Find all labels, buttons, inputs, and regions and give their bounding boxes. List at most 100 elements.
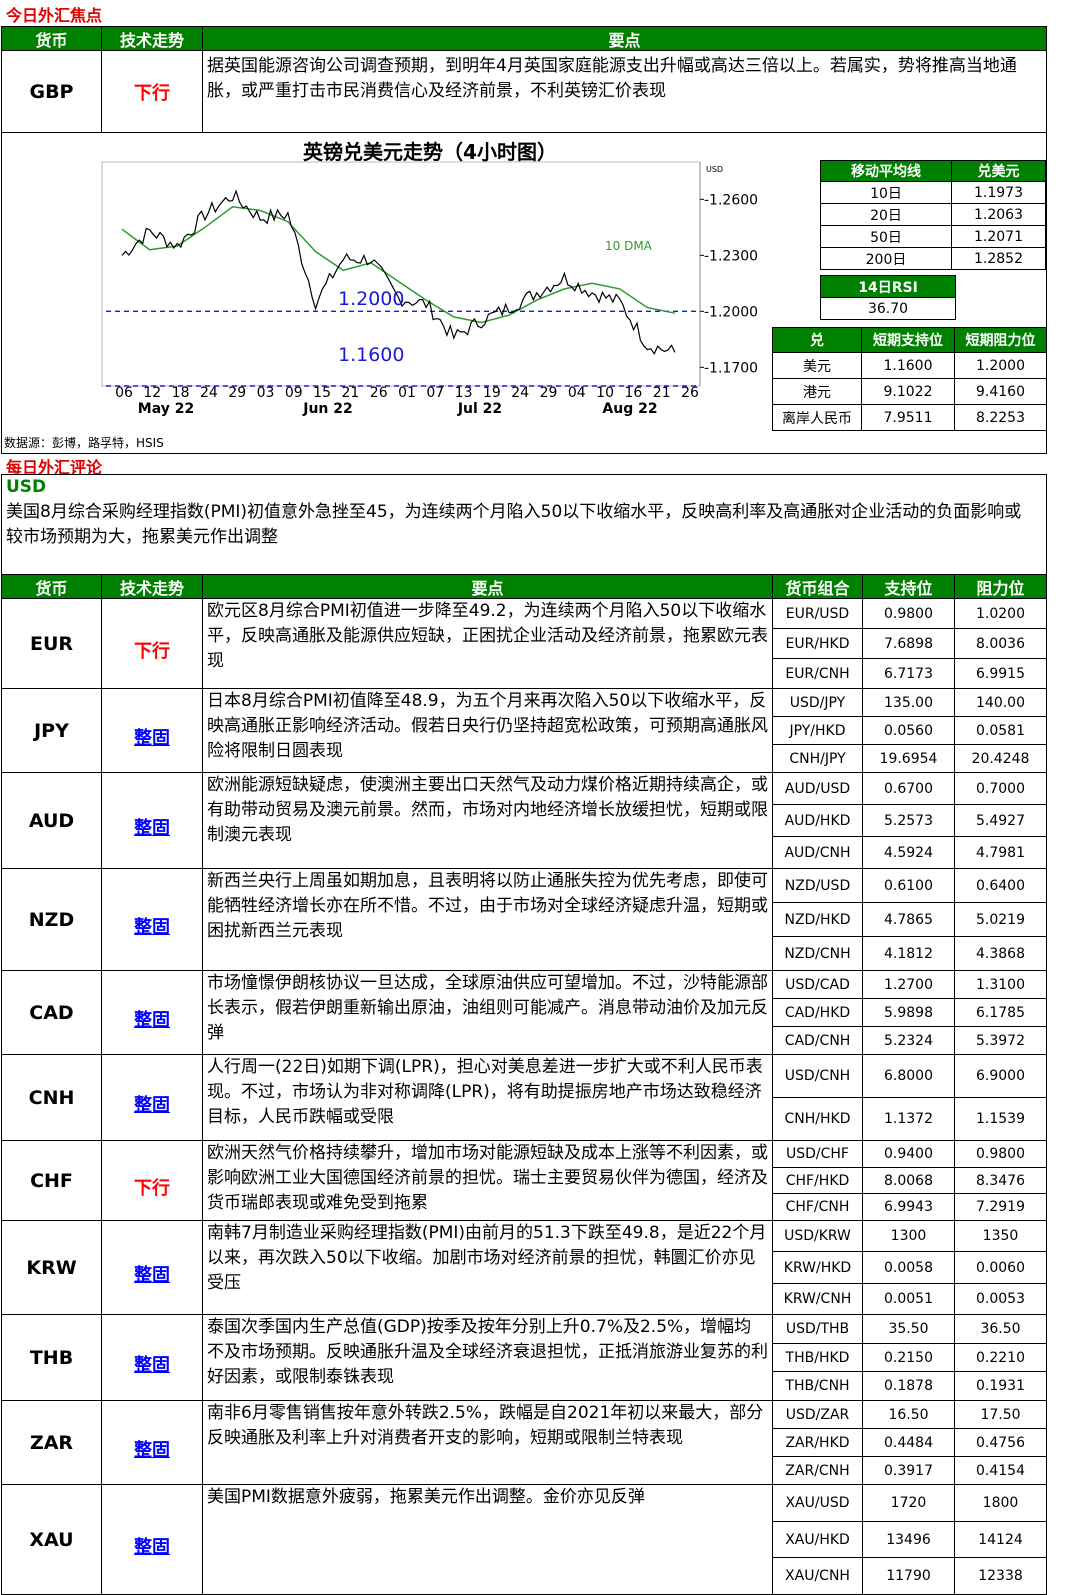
x-tick-label: 13	[455, 385, 473, 401]
point-text: 美国PMI数据意外疲弱，拖累美元作出调整。金价亦见反弹	[202, 1484, 773, 1595]
month-label: Jul 22	[457, 401, 502, 417]
x-tick-label: 07	[426, 385, 444, 401]
pair-resistance: 20.4248	[954, 744, 1047, 773]
currency-code: CHF	[1, 1140, 102, 1221]
pair-name: CAD/CNH	[772, 1026, 863, 1055]
currency-code: CAD	[1, 970, 102, 1055]
pair-name: CNH/HKD	[772, 1097, 863, 1141]
pair-name: CNH/JPY	[772, 744, 863, 773]
pair-support: 6.8000	[862, 1054, 955, 1098]
pair-resistance: 0.0060	[954, 1251, 1047, 1284]
x-tick-label: 24	[511, 385, 529, 401]
gbp-trend: 下行	[101, 50, 203, 133]
pair-support: 0.9800	[862, 598, 955, 629]
pair-name: EUR/CNH	[772, 658, 863, 689]
pair-name: CHF/CNH	[772, 1193, 863, 1221]
point-text: 南非6月零售销售按年意外转跌2.5%，跌幅是自2021年初以来最大，部分反映通胀…	[202, 1400, 773, 1485]
x-tick-label: 29	[540, 385, 558, 401]
pair-support: 19.6954	[862, 744, 955, 773]
header-trend-2: 技术走势	[101, 574, 203, 599]
x-tick-label: 15	[313, 385, 331, 401]
currency-code: THB	[1, 1314, 102, 1401]
usd-text: 美国8月综合采购经理指数(PMI)初值意外急挫至45，为连续两个月陷入50以下收…	[6, 502, 1022, 547]
trend-label: 整固	[101, 1054, 203, 1141]
pair-resistance: 5.0219	[954, 902, 1047, 937]
pair-resistance: 1350	[954, 1220, 1047, 1252]
data-source: 数据源：彭博，路孚特，HSIS	[4, 436, 164, 450]
pair-support: 6.7173	[862, 658, 955, 689]
currency-code: JPY	[1, 688, 102, 773]
pair-resistance: 5.3972	[954, 1026, 1047, 1055]
pair-resistance: 0.4756	[954, 1428, 1047, 1457]
point-text: 欧洲能源短缺疑虑，使澳洲主要出口天然气及动力煤价格近期持续高企，或有助带动贸易及…	[202, 772, 773, 869]
trend-label: 整固	[101, 1484, 203, 1595]
pair-support: 1.2700	[862, 970, 955, 999]
pair-support: 5.2573	[862, 804, 955, 837]
x-tick-label: 01	[398, 385, 416, 401]
point-text: 泰国次季国内生产总值(GDP)按季及按年分别上升0.7%及2.5%，增幅均不及市…	[202, 1314, 773, 1401]
pair-support: 0.2150	[862, 1343, 955, 1372]
header-currency-2: 货币	[1, 574, 102, 599]
pair-support: 5.9898	[862, 998, 955, 1027]
pair-support: 0.1878	[862, 1371, 955, 1401]
trend-label: 整固	[101, 1220, 203, 1315]
pair-support: 0.3917	[862, 1456, 955, 1485]
focus-title: 今日外汇焦点	[6, 6, 103, 25]
x-tick-label: 24	[200, 385, 218, 401]
pair-name: USD/JPY	[772, 688, 863, 717]
header-pair: 货币组合	[772, 574, 863, 599]
pair-name: EUR/USD	[772, 598, 863, 629]
pair-name: ZAR/CNH	[772, 1456, 863, 1485]
pair-resistance: 7.2919	[954, 1193, 1047, 1221]
pair-resistance: 6.9915	[954, 658, 1047, 689]
trend-label: 整固	[101, 868, 203, 971]
line-label-1200: 1.2000	[338, 288, 404, 310]
pair-support: 1720	[862, 1484, 955, 1522]
pair-name: THB/CNH	[772, 1371, 863, 1401]
pair-resistance: 6.9000	[954, 1054, 1047, 1098]
point-text: 市场憧憬伊朗核协议一旦达成，全球原油供应可望增加。不过，沙特能源部长表示，假若伊…	[202, 970, 773, 1055]
trend-label: 整固	[101, 1314, 203, 1401]
pair-name: NZD/USD	[772, 868, 863, 903]
pair-resistance: 12338	[954, 1557, 1047, 1595]
point-text: 南韩7月制造业采购经理指数(PMI)由前月的51.3下跌至49.8，是近22个月…	[202, 1220, 773, 1315]
header-points: 要点	[202, 26, 1047, 51]
point-text: 新西兰央行上周虽如期加息，且表明将以防止通胀失控为优先考虑，即使可能牺牲经济增长…	[202, 868, 773, 971]
pair-name: JPY/HKD	[772, 716, 863, 745]
trend-label: 整固	[101, 688, 203, 773]
pair-resistance: 36.50	[954, 1314, 1047, 1344]
currency-code: EUR	[1, 598, 102, 689]
trend-label: 整固	[101, 772, 203, 869]
trend-label: 下行	[101, 1140, 203, 1221]
pair-resistance: 0.0053	[954, 1283, 1047, 1315]
pair-support: 35.50	[862, 1314, 955, 1344]
currency-code: NZD	[1, 868, 102, 971]
sr-label: 港元	[772, 378, 862, 405]
pair-resistance: 0.7000	[954, 772, 1047, 805]
ma-header-1: 移动平均线	[820, 160, 952, 182]
x-tick-label: 10	[596, 385, 614, 401]
x-tick-label: 18	[172, 385, 190, 401]
pair-resistance: 5.4927	[954, 804, 1047, 837]
pair-name: KRW/CNH	[772, 1283, 863, 1315]
y-tick-label: -1.1700	[704, 360, 758, 376]
sr-resistance: 9.4160	[954, 378, 1047, 405]
pair-name: ZAR/HKD	[772, 1428, 863, 1457]
currency-code: KRW	[1, 1220, 102, 1315]
x-tick-label: 26	[370, 385, 388, 401]
line-label-1160: 1.1600	[338, 344, 404, 366]
x-tick-label: 19	[483, 385, 501, 401]
pair-support: 4.5924	[862, 836, 955, 869]
x-tick-label: 12	[143, 385, 161, 401]
pair-resistance: 8.3476	[954, 1167, 1047, 1194]
pair-resistance: 0.2210	[954, 1343, 1047, 1372]
pair-support: 0.0058	[862, 1251, 955, 1284]
ma-value: 1.2071	[951, 225, 1046, 248]
header-support: 支持位	[862, 574, 955, 599]
pair-support: 6.9943	[862, 1193, 955, 1221]
pair-support: 11790	[862, 1557, 955, 1595]
pair-name: USD/ZAR	[772, 1400, 863, 1429]
pair-name: USD/CAD	[772, 970, 863, 999]
point-text: 日本8月综合PMI初值降至48.9，为五个月来再次陷入50以下收缩水平，反映高通…	[202, 688, 773, 773]
pair-resistance: 0.9800	[954, 1140, 1047, 1168]
